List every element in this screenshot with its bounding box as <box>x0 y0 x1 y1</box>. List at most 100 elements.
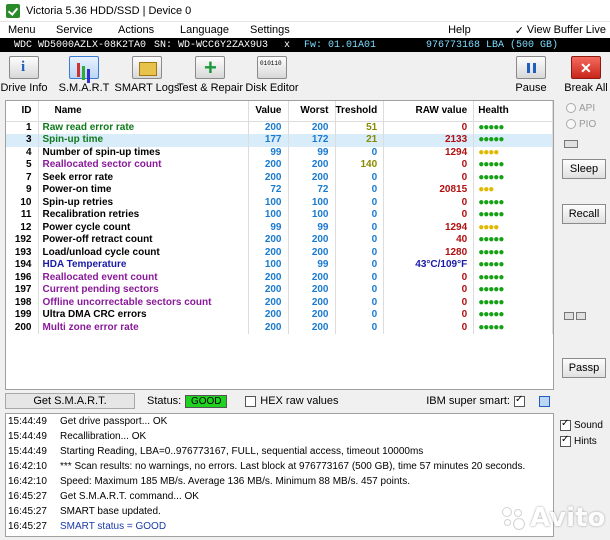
attr-value: 200 <box>248 296 289 309</box>
hints-checkbox[interactable] <box>560 434 571 447</box>
table-row[interactable]: 11 Recalibration retries 100 100 0 0 ●●●●● <box>6 209 553 222</box>
pio-label: PIO <box>579 118 597 130</box>
attr-raw: 0 <box>383 209 475 222</box>
menu-item-help[interactable]: Help <box>442 24 477 36</box>
table-row[interactable]: 3 Spin-up time 177 172 21 2133 ●●●●● <box>6 134 553 147</box>
small-toggle-button[interactable] <box>564 140 578 148</box>
status-bar: Get S.M.A.R.T. Status: GOOD HEX raw valu… <box>5 393 554 409</box>
log-entry: 16:45:27 SMART base updated. <box>6 504 553 519</box>
header-name[interactable]: Name <box>38 101 249 122</box>
pio-radio[interactable] <box>566 119 576 129</box>
menu-item-service[interactable]: Service <box>50 24 112 36</box>
api-radio[interactable] <box>566 103 576 113</box>
attr-raw: 20815 <box>383 184 475 197</box>
attr-id: 199 <box>6 309 39 322</box>
table-row[interactable]: 5 Reallocated sector count 200 200 140 0 ●●●●● <box>6 159 553 172</box>
api-option[interactable]: API <box>566 100 610 116</box>
table-row[interactable]: 7 Seek error rate 200 200 0 0 ●●●●● <box>6 171 553 184</box>
attr-name: Power cycle count <box>38 221 249 234</box>
smart-table: ID Name Value Worst Treshold RAW value H… <box>5 100 554 390</box>
pio-option[interactable]: PIO <box>566 116 610 132</box>
menu-item-language[interactable]: Language <box>174 24 244 36</box>
hints-option[interactable]: Hints <box>560 433 610 449</box>
table-row[interactable]: 9 Power-on time 72 72 0 20815 ●●● <box>6 184 553 197</box>
attr-worst: 172 <box>288 134 336 147</box>
table-row[interactable]: 194 HDA Temperature 100 99 0 43°C/109°F ●●●●● <box>6 259 553 272</box>
smart-logs-button[interactable]: SMART Logs <box>115 56 180 94</box>
color-swatch-button[interactable] <box>539 395 550 407</box>
attr-treshold: 140 <box>335 159 385 172</box>
menu-item-settings[interactable]: Settings <box>244 24 296 36</box>
attr-name: Power-on time <box>38 184 249 197</box>
table-row[interactable]: 1 Raw read error rate 200 200 51 0 ●●●●● <box>6 121 553 134</box>
table-row[interactable]: 192 Power-off retract count 200 200 0 40 ●●●●● <box>6 234 553 247</box>
log-message: *** Scan results: no warnings, no errors… <box>60 461 526 472</box>
attr-value: 200 <box>248 321 289 334</box>
smart-label: S.M.A.R.T <box>58 82 110 94</box>
pause-button[interactable]: Pause <box>514 56 548 94</box>
attr-treshold: 21 <box>335 134 385 147</box>
attr-worst: 200 <box>288 159 336 172</box>
attr-health: ●●●●● <box>473 209 553 222</box>
get-smart-button[interactable]: Get S.M.A.R.T. <box>5 393 135 409</box>
attr-treshold: 0 <box>335 321 385 334</box>
table-row[interactable]: 198 Offline uncorrectable sectors count 20… <box>6 296 553 309</box>
table-row[interactable]: 4 Number of spin-up times 99 99 0 1294 ●●●● <box>6 146 553 159</box>
header-value[interactable]: Value <box>248 101 289 122</box>
disk-editor-button[interactable]: Disk Editor <box>245 56 299 94</box>
table-row[interactable]: 12 Power cycle count 99 99 0 1294 ●●●● <box>6 221 553 234</box>
attr-value: 72 <box>248 184 289 197</box>
drive-info-button[interactable]: Drive Info <box>0 56 48 94</box>
table-row[interactable]: 10 Spin-up retries 100 100 0 0 ●●●●● <box>6 196 553 209</box>
attr-name: Spin-up time <box>38 134 249 147</box>
app-icon <box>6 3 20 18</box>
hex-raw-checkbox[interactable] <box>245 395 257 407</box>
break-all-button[interactable]: Break All <box>564 56 608 94</box>
passp-button[interactable]: Passp <box>562 358 606 378</box>
small-button-right[interactable] <box>576 312 586 320</box>
header-id[interactable]: ID <box>6 101 39 122</box>
table-row[interactable]: 196 Reallocated event count 200 200 0 0 ●●●●● <box>6 271 553 284</box>
table-row[interactable]: 197 Current pending sectors 200 200 0 0 ●●●●● <box>6 284 553 297</box>
header-worst[interactable]: Worst <box>288 101 336 122</box>
attr-worst: 99 <box>288 146 336 159</box>
sound-option[interactable]: Sound <box>560 417 610 433</box>
small-button-left[interactable] <box>564 312 574 320</box>
header-raw[interactable]: RAW value <box>383 101 475 122</box>
sleep-button[interactable]: Sleep <box>562 159 606 179</box>
break-all-label: Break All <box>564 82 608 94</box>
attr-raw: 0 <box>383 196 475 209</box>
menu-item-menu[interactable]: Menu <box>2 24 50 36</box>
status-label: Status: <box>147 395 182 407</box>
attr-value: 100 <box>248 209 289 222</box>
attr-name: Current pending sectors <box>38 284 249 297</box>
attr-raw: 0 <box>383 296 475 309</box>
attr-treshold: 0 <box>335 171 385 184</box>
attr-raw: 43°C/109°F <box>383 259 475 272</box>
attr-id: 1 <box>6 121 39 134</box>
avito-logo-icon <box>500 505 526 531</box>
close-drive-button[interactable]: x <box>284 40 304 51</box>
sound-checkbox[interactable] <box>560 418 571 431</box>
table-row[interactable]: 200 Multi zone error rate 200 200 0 0 ●●●●● <box>6 321 553 334</box>
menu-item-view-buffer[interactable]: View Buffer Live <box>527 24 610 36</box>
menu-item-actions[interactable]: Actions <box>112 24 174 36</box>
test-repair-button[interactable]: Test & Repair <box>177 55 243 94</box>
ibm-super-checkbox[interactable] <box>514 394 525 407</box>
table-row[interactable]: 199 Ultra DMA CRC errors 200 200 0 0 ●●●●● <box>6 309 553 322</box>
smart-button[interactable]: S.M.A.R.T <box>59 56 109 94</box>
attr-health: ●●● <box>473 184 553 197</box>
table-row[interactable]: 193 Load/unload cycle count 200 200 0 1280 ●●●… <box>6 246 553 259</box>
attr-health: ●●●●● <box>473 296 553 309</box>
attr-worst: 100 <box>288 196 336 209</box>
drive-model[interactable]: WDC WD5000AZLX-08K2TA0 <box>14 40 154 51</box>
attr-value: 200 <box>248 271 289 284</box>
header-treshold[interactable]: Treshold <box>335 101 385 122</box>
attr-health: ●●●●● <box>473 134 553 147</box>
log-panel[interactable]: 15:44:49 Get drive passport... OK 15:44:49… <box>5 413 554 537</box>
log-time: 16:45:27 <box>8 521 47 532</box>
info-icon <box>9 56 39 79</box>
attr-raw: 1294 <box>383 221 475 234</box>
header-health[interactable]: Health <box>473 101 553 122</box>
recall-button[interactable]: Recall <box>562 204 606 224</box>
